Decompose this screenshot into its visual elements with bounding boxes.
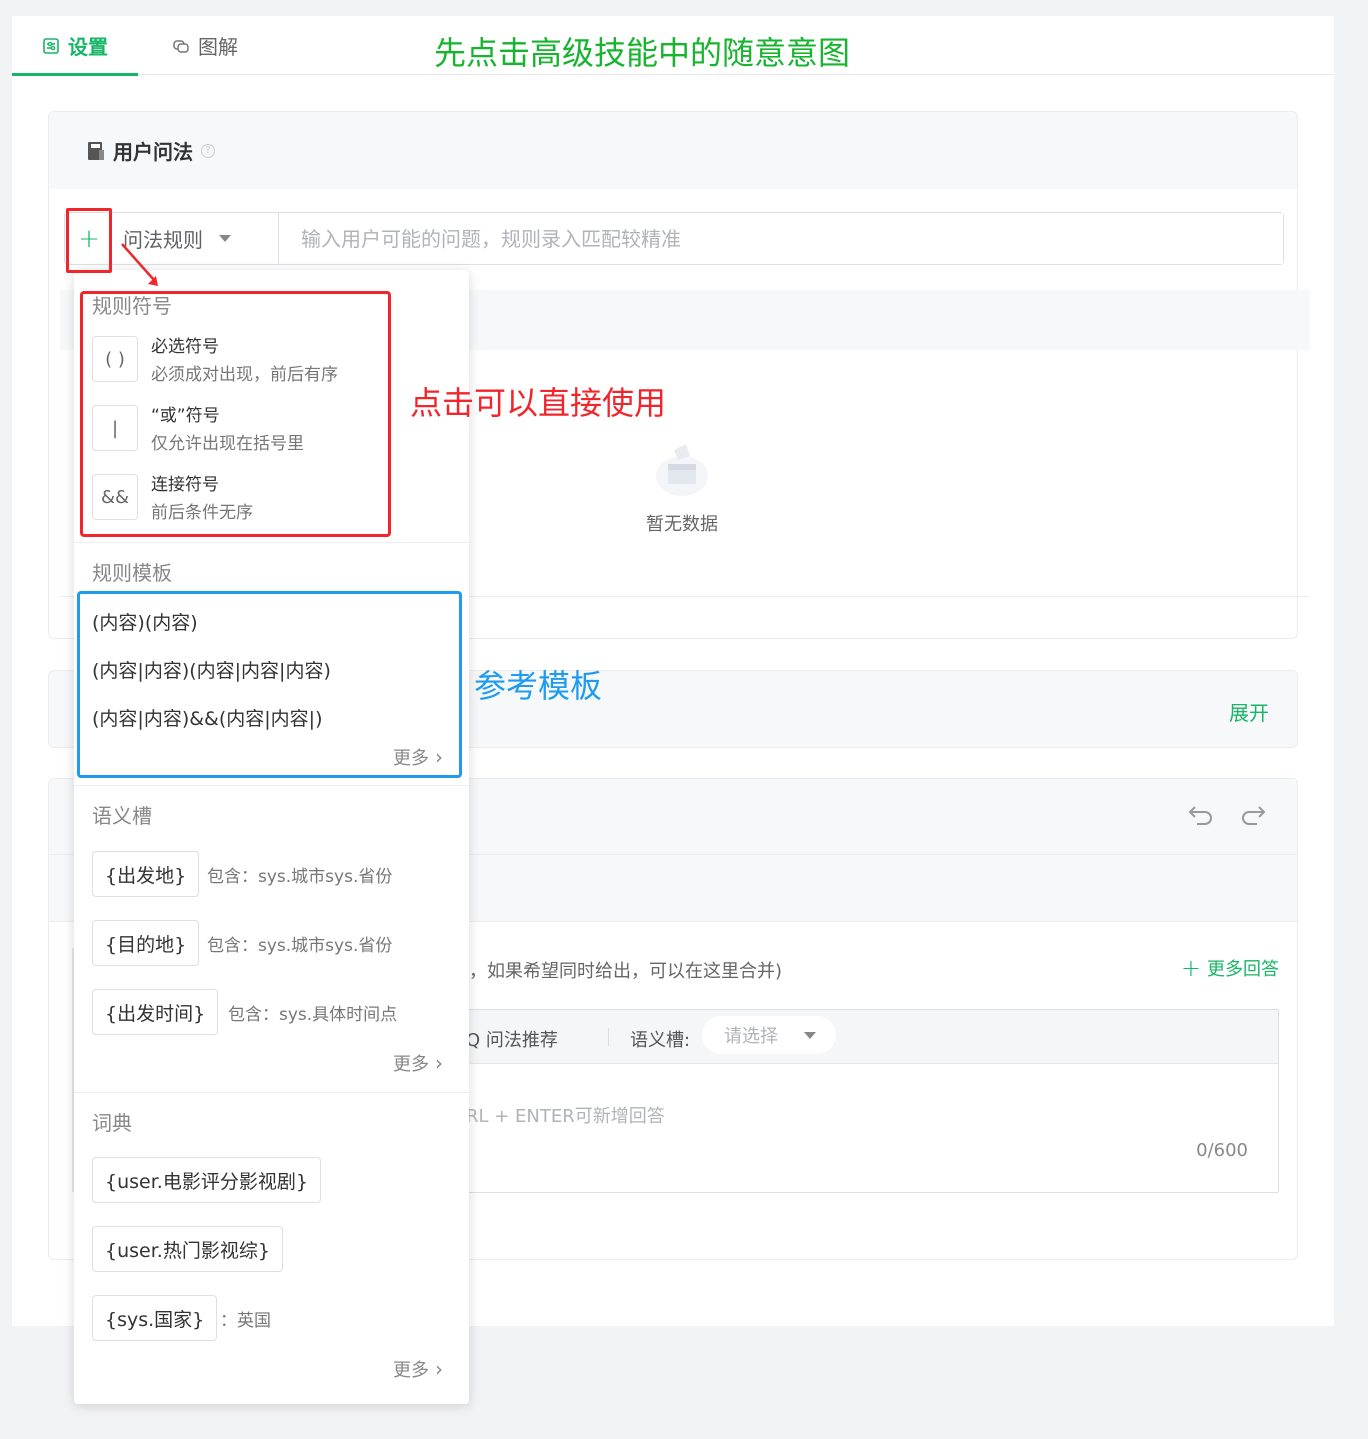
book-icon [88, 141, 104, 160]
diagram-icon [173, 39, 189, 53]
caret-down-icon [804, 1031, 816, 1039]
dict-section-title: 词典 [92, 1111, 132, 1135]
expand-link[interactable]: 展开 [1229, 697, 1269, 726]
slots-section-title: 语义槽 [92, 804, 152, 828]
user-phrasing-title: 用户问法 [113, 140, 193, 164]
answer-hint-text: ，如果希望同时给出，可以在这里合并) [469, 961, 783, 982]
tab-settings-label: 设置 [68, 35, 108, 59]
more-answers-label: 更多回答 [1207, 959, 1279, 980]
annotation-top-note: 先点击高级技能中的随意意图 [434, 34, 851, 72]
slot-desc: 包含：sys.具体时间点 [228, 1005, 398, 1025]
plus-icon: + [1180, 954, 1201, 982]
settings-icon [43, 37, 59, 54]
dict-tag[interactable]: {user.热门影视综} [92, 1226, 283, 1272]
annotation-templates-note: 参考模板 [474, 667, 603, 705]
tab-diagram[interactable]: 图解 [172, 16, 238, 75]
annotation-arrow-icon [121, 243, 158, 286]
slot-label: 语义槽: [630, 1030, 691, 1051]
annotation-plus-highlight [66, 208, 112, 273]
slot-select[interactable]: 请选择 [702, 1016, 836, 1054]
tab-settings[interactable]: 设置 [12, 16, 138, 76]
dict-desc: ：英国 [220, 1311, 271, 1331]
toolbar-divider [608, 1028, 609, 1046]
dict-tag[interactable]: {sys.国家} [92, 1295, 218, 1341]
chevron-right-icon: › [435, 1051, 443, 1075]
slot-tag[interactable]: {目的地} [92, 920, 200, 966]
more-label: 更多 [393, 1360, 429, 1381]
annotation-symbols-note: 点击可以直接使用 [410, 384, 667, 422]
question-input[interactable] [279, 213, 1283, 264]
chevron-right-icon: › [435, 1357, 443, 1381]
tab-bar: 设置 图解 先点击高级技能中的随意意图 [12, 16, 1334, 76]
slot-desc: 包含：sys.城市sys.省份 [207, 936, 393, 956]
slot-tag[interactable]: {出发地} [92, 851, 200, 897]
annotation-templates-highlight [77, 591, 462, 778]
annotation-symbols-highlight [80, 291, 391, 537]
dict-tag[interactable]: {user.电影评分影视剧} [92, 1157, 321, 1203]
caret-down-icon [219, 235, 231, 242]
user-phrasing-header: 用户问法 ? [49, 112, 1297, 189]
slot-tag[interactable]: {出发时间} [92, 989, 219, 1035]
slots-more-link[interactable]: 更多 › [393, 1050, 443, 1076]
dropdown-divider [74, 1092, 469, 1093]
more-answers-button[interactable]: + 更多回答 [1181, 954, 1279, 982]
empty-text: 暂无数据 [646, 514, 718, 535]
slot-desc: 包含：sys.城市sys.省份 [207, 867, 393, 887]
empty-state: 暂无数据 [622, 436, 742, 536]
more-label: 更多 [393, 1054, 429, 1075]
dict-more-link[interactable]: 更多 › [393, 1356, 443, 1382]
faq-recommend-button[interactable]: Q 问法推荐 [466, 1026, 558, 1052]
char-counter: 0/600 [1196, 1140, 1248, 1161]
dropdown-divider [74, 785, 469, 786]
redo-icon[interactable] [1239, 801, 1267, 825]
templates-section-title: 规则模板 [92, 561, 172, 585]
help-icon[interactable]: ? [201, 143, 215, 158]
undo-icon[interactable] [1187, 801, 1215, 825]
slot-select-placeholder: 请选择 [724, 1026, 778, 1047]
rule-input-row: + 问法规则 [64, 212, 1284, 265]
editor-placeholder: RL + ENTER可新增回答 [466, 1106, 665, 1127]
dropdown-divider [74, 542, 469, 543]
tab-diagram-label: 图解 [198, 35, 238, 59]
empty-box-icon [656, 444, 708, 496]
